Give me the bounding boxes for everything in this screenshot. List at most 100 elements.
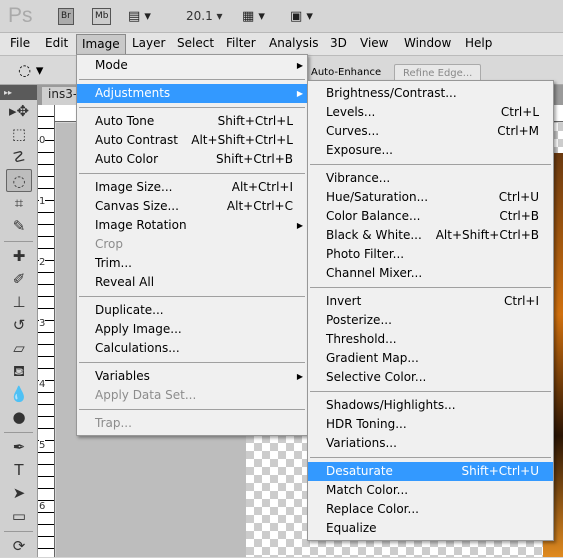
menu-item-image-size[interactable]: Image Size... Alt+Ctrl+I xyxy=(77,178,307,197)
menu-item-levels[interactable]: Levels... Ctrl+L xyxy=(308,103,553,122)
menu-analysis[interactable]: Analysis xyxy=(269,36,318,50)
menu-item-threshold[interactable]: Threshold... xyxy=(308,330,553,349)
pen-tool-icon[interactable]: ✒ xyxy=(6,436,32,459)
menu-item-label: Crop xyxy=(95,237,124,251)
menu-item-label: Desaturate xyxy=(326,464,393,478)
menu-item-label: Canvas Size... xyxy=(95,199,179,213)
history-brush-tool-icon[interactable]: ↺ xyxy=(6,314,32,337)
mini-bridge-button[interactable]: Mb xyxy=(92,8,112,25)
menu-item-channel-mixer[interactable]: Channel Mixer... xyxy=(308,264,553,283)
menu-item-brightness-contrast[interactable]: Brightness/Contrast... xyxy=(308,84,553,103)
menu-view[interactable]: View xyxy=(360,36,388,50)
menu-item-auto-contrast[interactable]: Auto Contrast Alt+Shift+Ctrl+L xyxy=(77,131,307,150)
eyedropper-tool-icon[interactable]: ✎ xyxy=(6,215,32,238)
type-tool-icon[interactable]: T xyxy=(6,459,32,482)
path-selection-tool-icon[interactable]: ➤ xyxy=(6,482,32,505)
menu-file[interactable]: File xyxy=(10,36,30,50)
menu-item-equalize[interactable]: Equalize xyxy=(308,519,553,538)
marquee-tool-icon[interactable]: ⬚ xyxy=(6,123,32,146)
screen-mode-dropdown[interactable]: ▣ ▾ xyxy=(290,9,313,24)
menu-item-curves[interactable]: Curves... Ctrl+M xyxy=(308,122,553,141)
dodge-tool-icon[interactable]: ● xyxy=(6,406,32,429)
blur-tool-icon[interactable]: 💧 xyxy=(6,383,32,406)
menu-item-match-color[interactable]: Match Color... xyxy=(308,481,553,500)
menu-item-shortcut: Alt+Shift+Ctrl+B xyxy=(435,228,539,242)
menu-item-color-balance[interactable]: Color Balance... Ctrl+B xyxy=(308,207,553,226)
zoom-level-dropdown[interactable]: 20.1 ▾ xyxy=(186,9,223,23)
menu-item-shortcut: Shift+Ctrl+U xyxy=(461,464,539,478)
menu-item-label: Brightness/Contrast... xyxy=(326,86,457,100)
menu-item-shortcut: Ctrl+U xyxy=(498,190,539,204)
healing-brush-tool-icon[interactable]: ✚ xyxy=(6,245,32,268)
menu-window[interactable]: Window xyxy=(404,36,451,50)
menu-layer[interactable]: Layer xyxy=(132,36,165,50)
menu-item-auto-color[interactable]: Auto Color Shift+Ctrl+B xyxy=(77,150,307,169)
menu-item-variables[interactable]: Variables ▶ xyxy=(77,367,307,386)
clone-stamp-tool-icon[interactable]: ⊥ xyxy=(6,291,32,314)
adjustments-submenu: Brightness/Contrast... Levels... Ctrl+L Cur… xyxy=(307,80,554,541)
menu-item-shadows-highlights[interactable]: Shadows/Highlights... xyxy=(308,396,553,415)
menu-item-label: Invert xyxy=(326,294,362,308)
menu-item-adjustments[interactable]: Adjustments ▶ xyxy=(77,84,307,103)
ruler-label: 5 xyxy=(39,440,46,451)
menu-item-posterize[interactable]: Posterize... xyxy=(308,311,553,330)
lasso-tool-icon[interactable]: ☡ xyxy=(6,146,32,169)
view-extras-dropdown[interactable]: ▤ ▾ xyxy=(128,9,151,24)
submenu-arrow-icon: ▶ xyxy=(296,61,303,70)
menu-item-label: Posterize... xyxy=(326,313,392,327)
menu-filter[interactable]: Filter xyxy=(226,36,256,50)
menu-item-auto-tone[interactable]: Auto Tone Shift+Ctrl+L xyxy=(77,112,307,131)
menu-item-apply-image[interactable]: Apply Image... xyxy=(77,320,307,339)
menu-item-reveal-all[interactable]: Reveal All xyxy=(77,273,307,292)
eraser-tool-icon[interactable]: ▱ xyxy=(6,337,32,360)
menu-item-label: Equalize xyxy=(326,521,377,535)
toolbox-collapse-toggle[interactable]: ▸▸ xyxy=(0,85,37,100)
move-tool-icon[interactable]: ▸✥ xyxy=(6,100,32,123)
paint-bucket-tool-icon[interactable]: ⛾ xyxy=(6,360,32,383)
menu-item-desaturate[interactable]: Desaturate Shift+Ctrl+U xyxy=(308,462,553,481)
menu-item-duplicate[interactable]: Duplicate... xyxy=(77,301,307,320)
menu-item-label: Levels... xyxy=(326,105,376,119)
menu-image[interactable]: Image xyxy=(76,34,126,55)
menu-item-crop: Crop xyxy=(77,235,307,254)
menu-item-gradient-map[interactable]: Gradient Map... xyxy=(308,349,553,368)
menu-3d[interactable]: 3D xyxy=(330,36,347,50)
bridge-button[interactable]: Br xyxy=(58,8,74,25)
menu-item-vibrance[interactable]: Vibrance... xyxy=(308,169,553,188)
arrange-documents-dropdown[interactable]: ▦ ▾ xyxy=(242,9,265,24)
menu-item-selective-color[interactable]: Selective Color... xyxy=(308,368,553,387)
menu-item-shortcut: Shift+Ctrl+B xyxy=(216,152,293,166)
menu-select[interactable]: Select xyxy=(177,36,214,50)
menu-item-exposure[interactable]: Exposure... xyxy=(308,141,553,160)
menu-item-label: HDR Toning... xyxy=(326,417,407,431)
menu-item-canvas-size[interactable]: Canvas Size... Alt+Ctrl+C xyxy=(77,197,307,216)
submenu-arrow-icon: ▶ xyxy=(296,372,303,381)
menu-item-hue-saturation[interactable]: Hue/Saturation... Ctrl+U xyxy=(308,188,553,207)
menu-item-label: Variables xyxy=(95,369,150,383)
menu-bar: File Edit Image Layer Select Filter Analysis 3D… xyxy=(0,33,563,55)
menu-item-black-white[interactable]: Black & White... Alt+Shift+Ctrl+B xyxy=(308,226,553,245)
3d-rotate-tool-icon[interactable]: ⟳ xyxy=(6,535,32,558)
menu-item-trim[interactable]: Trim... xyxy=(77,254,307,273)
crop-tool-icon[interactable]: ⌗ xyxy=(6,192,32,215)
menu-help[interactable]: Help xyxy=(465,36,492,50)
menu-item-replace-color[interactable]: Replace Color... xyxy=(308,500,553,519)
menu-item-photo-filter[interactable]: Photo Filter... xyxy=(308,245,553,264)
menu-item-variations[interactable]: Variations... xyxy=(308,434,553,453)
quick-selection-tool-icon[interactable]: ◌ xyxy=(6,169,32,192)
menu-separator xyxy=(77,292,307,301)
submenu-arrow-icon: ▶ xyxy=(296,89,303,98)
menu-edit[interactable]: Edit xyxy=(45,36,68,50)
rectangle-tool-icon[interactable]: ▭ xyxy=(6,505,32,528)
brush-tool-icon[interactable]: ✐ xyxy=(6,268,32,291)
menu-item-mode[interactable]: Mode ▶ xyxy=(77,56,307,75)
quick-selection-preset-picker[interactable]: ◌ ▾ xyxy=(18,61,43,79)
menu-separator xyxy=(308,387,553,396)
menu-item-image-rotation[interactable]: Image Rotation ▶ xyxy=(77,216,307,235)
menu-separator xyxy=(77,405,307,414)
menu-item-label: Auto Color xyxy=(95,152,159,166)
ruler-label: 0 xyxy=(39,135,46,146)
menu-item-hdr-toning[interactable]: HDR Toning... xyxy=(308,415,553,434)
menu-item-invert[interactable]: Invert Ctrl+I xyxy=(308,292,553,311)
menu-item-calculations[interactable]: Calculations... xyxy=(77,339,307,358)
